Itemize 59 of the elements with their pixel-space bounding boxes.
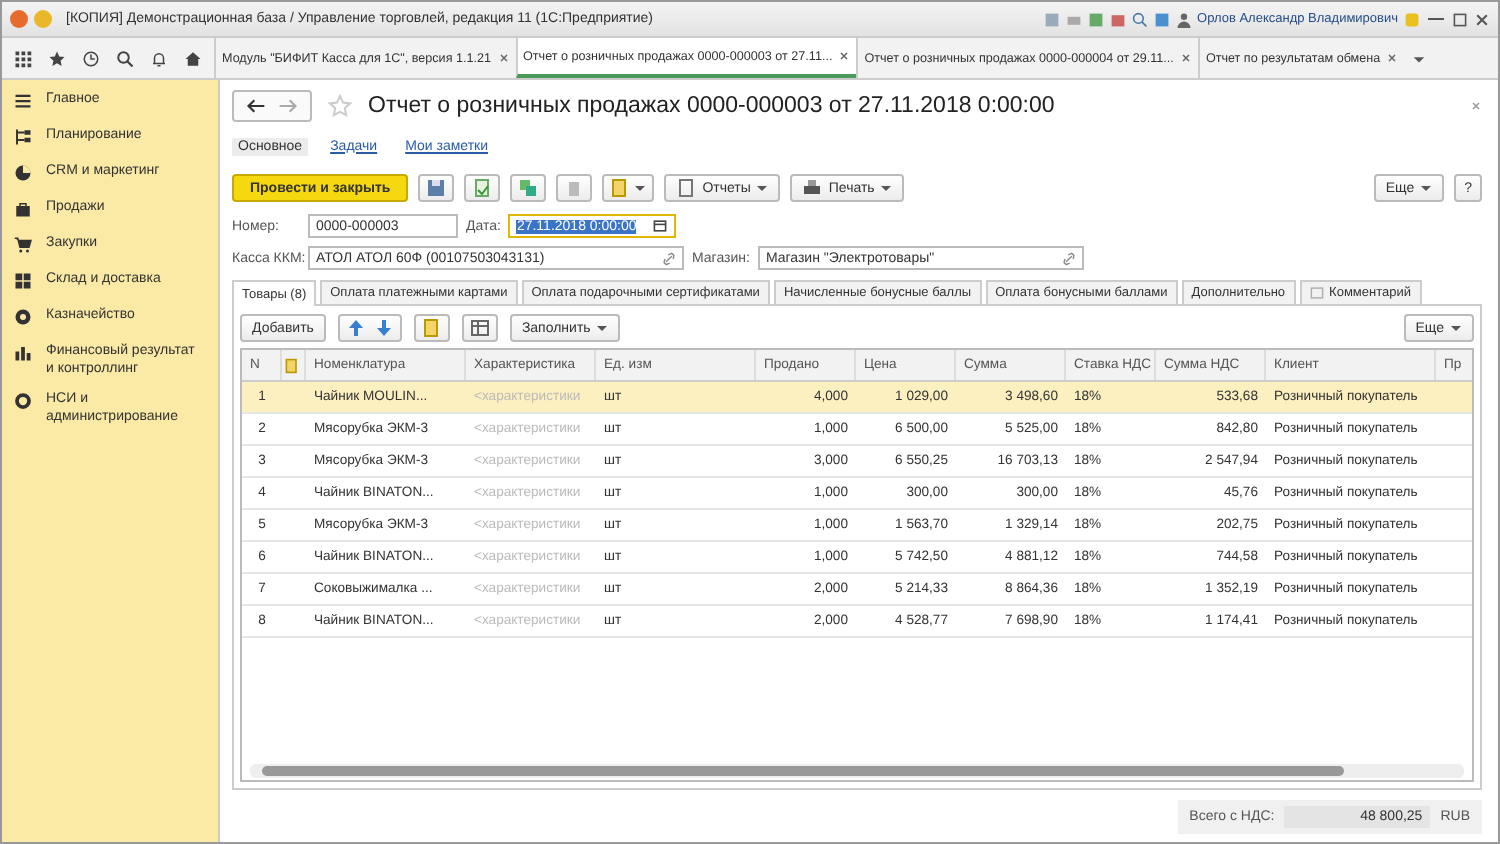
star-icon[interactable] <box>328 94 352 118</box>
caret-icon <box>634 182 647 194</box>
close-icon[interactable] <box>1179 52 1192 64</box>
back-forward-control[interactable] <box>232 90 312 122</box>
hierarchy-icon <box>14 128 32 146</box>
post-button[interactable] <box>464 174 501 202</box>
close-icon[interactable] <box>1470 100 1482 112</box>
boxes-icon <box>14 272 32 290</box>
bar-chart-icon <box>14 344 32 362</box>
copy-button[interactable] <box>413 314 450 342</box>
documents-icon <box>518 178 539 198</box>
bell-icon[interactable] <box>150 49 168 67</box>
maximize-icon[interactable] <box>1452 11 1468 27</box>
app-logo-icon <box>10 10 28 28</box>
link-icon[interactable] <box>662 251 676 265</box>
scan-button[interactable] <box>461 314 498 342</box>
star-icon[interactable] <box>48 49 66 67</box>
close-icon[interactable] <box>838 50 851 62</box>
zoom-icon[interactable] <box>1131 11 1148 27</box>
caret-icon <box>1450 322 1462 334</box>
search-icon[interactable] <box>116 49 134 67</box>
structure-button[interactable] <box>510 174 547 202</box>
menu-icon <box>14 92 32 110</box>
floppy-icon <box>426 178 447 198</box>
coin-icon <box>14 308 32 326</box>
close-icon[interactable] <box>497 52 509 64</box>
document-icon <box>421 318 442 338</box>
move-rows-button[interactable] <box>337 314 402 342</box>
table-icon <box>469 318 490 338</box>
grid-menu-icon[interactable] <box>14 49 32 67</box>
home-icon[interactable] <box>184 49 202 67</box>
printer-icon <box>802 178 823 198</box>
document-title: Отчет о розничных продажах 0000-000003 от 27.11.2018 0:00:00 <box>368 94 1055 118</box>
pie-icon <box>14 164 32 182</box>
create-based-button[interactable] <box>602 174 655 202</box>
report-icon <box>676 178 697 198</box>
up-arrow-icon <box>345 318 366 338</box>
cart-icon <box>14 236 32 254</box>
bag-icon <box>14 200 32 218</box>
forward-arrow-icon[interactable] <box>278 96 298 116</box>
close-icon[interactable] <box>1386 52 1399 64</box>
document-icon <box>610 178 631 198</box>
horizontal-scrollbar[interactable] <box>250 764 1464 778</box>
back-arrow-icon[interactable] <box>246 96 266 116</box>
dropdown-arrow-icon[interactable] <box>1412 51 1427 65</box>
caret-icon <box>880 182 893 194</box>
user-icon <box>1175 11 1192 27</box>
delete-button[interactable] <box>556 174 593 202</box>
link-icon[interactable] <box>1061 251 1076 265</box>
close-icon[interactable] <box>1474 11 1490 27</box>
down-arrow-icon <box>373 318 394 338</box>
caret-icon <box>596 322 609 334</box>
history-icon[interactable] <box>82 49 100 67</box>
caret-icon <box>756 182 769 194</box>
checked-document-icon <box>472 178 493 198</box>
comment-icon <box>1309 286 1324 300</box>
caret-icon <box>1420 182 1433 194</box>
document-icon <box>284 357 300 373</box>
save-button[interactable] <box>418 174 455 202</box>
